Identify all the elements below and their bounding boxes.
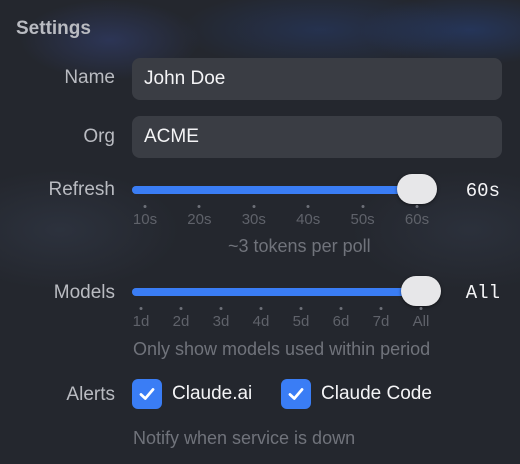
tick-label: 5d <box>292 313 310 330</box>
tick-mark <box>415 205 419 208</box>
models-slider[interactable] <box>132 276 441 306</box>
slider-knob[interactable] <box>397 174 437 204</box>
tick-label: 60s <box>404 211 430 228</box>
tick-mark <box>197 205 201 208</box>
tick-mark <box>379 307 383 310</box>
tick-label: 10s <box>132 211 158 228</box>
tick-mark <box>361 205 365 208</box>
tick-mark <box>299 307 303 310</box>
org-field[interactable]: ACME <box>132 116 502 158</box>
tick-label: 4d <box>252 313 270 330</box>
tick-mark <box>339 307 343 310</box>
refresh-value: 60s <box>465 180 500 202</box>
models-hint: Only show models used within period <box>133 339 431 359</box>
tick-label: 20s <box>187 211 212 228</box>
tick-label: 40s <box>296 211 321 228</box>
tick-mark <box>259 307 263 310</box>
name-field[interactable]: John Doe <box>132 58 502 100</box>
tick-mark <box>252 205 256 208</box>
refresh-slider[interactable] <box>132 174 437 204</box>
refresh-hint: ~3 tokens per poll <box>228 236 371 256</box>
tick-label: 7d <box>372 313 390 330</box>
checkmark-icon <box>132 379 162 409</box>
checkmark-icon <box>281 379 311 409</box>
tick-mark <box>219 307 223 310</box>
tick-mark <box>143 205 147 208</box>
org-label: Org <box>83 126 115 147</box>
claude-ai-label: Claude.ai <box>172 383 253 404</box>
tick-label: 30s <box>241 211 266 228</box>
claude-code-checkbox[interactable]: Claude Code <box>281 379 432 409</box>
slider-knob[interactable] <box>401 276 441 306</box>
models-label: Models <box>53 282 115 303</box>
alerts-hint: Notify when service is down <box>133 428 356 448</box>
tick-label: 1d <box>132 313 150 330</box>
models-value: All <box>465 282 500 304</box>
tick-mark <box>179 307 183 310</box>
slider-fill <box>132 288 421 296</box>
claude-code-label: Claude Code <box>321 383 432 404</box>
slider-fill <box>132 186 417 194</box>
name-label: Name <box>64 67 115 88</box>
settings-panel: Settings Name John Doe Org ACME Refresh … <box>0 0 520 464</box>
tick-mark <box>419 307 423 310</box>
tick-label: 50s <box>350 211 375 228</box>
tick-label: 3d <box>212 313 230 330</box>
refresh-label: Refresh <box>48 179 115 200</box>
tick-mark <box>306 205 310 208</box>
tick-label: 2d <box>172 313 190 330</box>
claude-ai-checkbox[interactable]: Claude.ai <box>132 379 252 409</box>
alerts-label: Alerts <box>66 384 115 405</box>
refresh-tick-marks <box>132 203 430 211</box>
section-title: Settings <box>16 18 91 39</box>
models-tick-labels: 1d 2d 3d 4d 5d 6d 7d All <box>132 313 430 333</box>
models-tick-marks <box>132 305 430 313</box>
tick-label: All <box>412 313 430 330</box>
tick-mark <box>139 307 143 310</box>
tick-label: 6d <box>332 313 350 330</box>
refresh-tick-labels: 10s 20s 30s 40s 50s 60s <box>132 211 430 231</box>
